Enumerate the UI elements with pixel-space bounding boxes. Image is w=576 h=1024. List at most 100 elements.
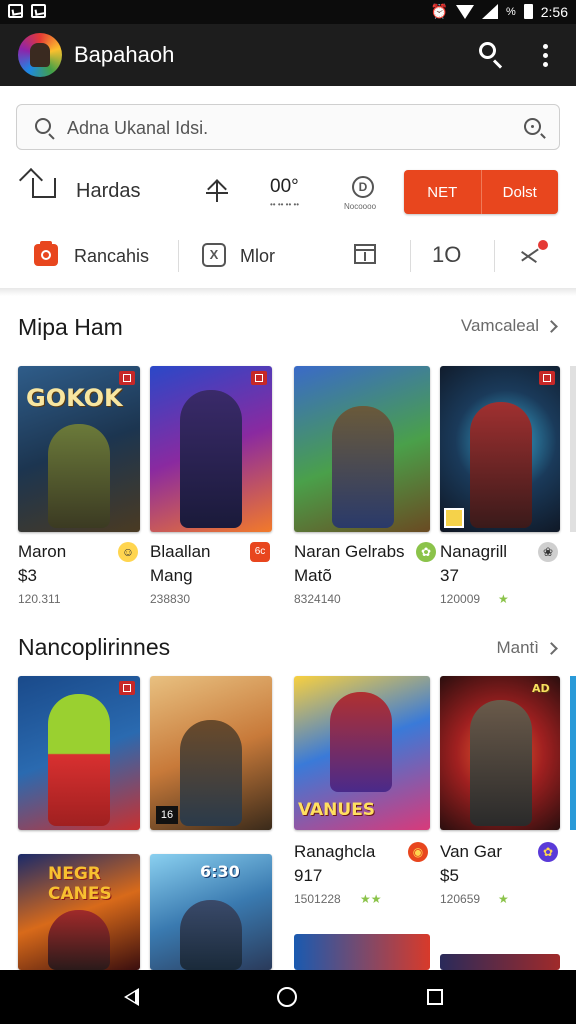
divider [410, 240, 411, 272]
badge-icon [119, 681, 135, 695]
rating-star-icon: ★ [498, 892, 509, 906]
rating-star-icon: ★ [498, 592, 509, 606]
game-title: Ranaghcla [294, 842, 376, 861]
battery-icon [523, 4, 533, 19]
category-row: Rancahis X Mlor 1O [0, 228, 576, 284]
d-badge-icon[interactable]: D [352, 176, 374, 198]
game-card[interactable]: VANUES Ranaghcla 917 1501228 ★★ ◉ [294, 676, 430, 906]
counter-text[interactable]: 00° [270, 176, 299, 198]
badge-circle-icon: ◉ [408, 842, 428, 862]
category-rancahis[interactable]: Rancahis [74, 246, 149, 267]
art-logo-text: AD [532, 682, 550, 695]
game-thumbnail [150, 366, 272, 532]
game-title: Naran Gelrabs [294, 542, 405, 561]
game-card[interactable]: Nanagrill 37 120009 ★ ❀ [440, 366, 560, 606]
game-card[interactable] [18, 676, 140, 830]
dolst-button[interactable]: Dolst [480, 170, 559, 214]
loop-counter[interactable]: 1O [432, 242, 461, 268]
corner-label: 16 [156, 806, 178, 824]
corner-badge-icon [444, 508, 464, 528]
art-logo-text: VANUES [298, 800, 376, 820]
recent-apps-icon[interactable] [427, 989, 443, 1005]
window-icon[interactable] [354, 244, 376, 264]
game-count: 8324140 [294, 592, 341, 606]
image-notification-icon [8, 4, 23, 18]
visual-search-icon[interactable] [524, 118, 541, 135]
search-placeholder: Adna Ukanal Idsi. [67, 118, 209, 138]
art-logo-text: GOKOK [26, 384, 123, 412]
game-card[interactable]: GOKOK Maron $3 120.311 ☺ [18, 366, 140, 606]
game-thumbnail: NEGR CANES [18, 854, 140, 970]
game-thumbnail: 6:30 [150, 854, 272, 970]
badge-icon [251, 371, 267, 385]
game-card[interactable]: 6:30 [150, 854, 272, 970]
divider [178, 240, 179, 272]
home-icon[interactable] [32, 178, 56, 198]
see-more-link[interactable]: Vamcaleal [460, 316, 558, 336]
notification-dot [538, 240, 548, 250]
search-icon [35, 118, 51, 134]
game-count: 120009 [440, 592, 481, 606]
game-card[interactable]: 16 [150, 676, 272, 830]
home-label[interactable]: Hardas [76, 180, 140, 203]
game-subtitle: Matõ [294, 566, 332, 585]
see-more-label: Vamcaleal [460, 316, 539, 335]
badge-icon [119, 371, 135, 385]
search-input[interactable]: Adna Ukanal Idsi. [16, 104, 560, 150]
game-title: Maron [18, 542, 67, 561]
battery-percent: % [505, 5, 516, 18]
art-logo-text: NEGR CANES [48, 864, 112, 904]
section-title: Mipa Ham [18, 314, 123, 340]
game-subtitle: 37 [440, 566, 459, 585]
game-count: 1501228 [294, 892, 341, 906]
wifi-icon [455, 4, 474, 19]
signal-icon [481, 4, 498, 19]
section-title: Nancoplirinnes [18, 634, 171, 660]
header-shadow [0, 288, 576, 296]
navigation-bar [0, 970, 576, 1024]
game-thumbnail-partial[interactable] [294, 934, 430, 970]
badge-circle-icon: ✿ [538, 842, 558, 862]
action-split-button: NET Dolst [404, 170, 558, 214]
see-more-link[interactable]: Mantì [496, 638, 558, 658]
game-card[interactable]: Naran Gelrabs Matõ 8324140 ✿ [294, 366, 436, 606]
app-logo[interactable] [18, 33, 62, 77]
flower-icon: ❀ [538, 542, 558, 562]
game-subtitle: 917 [294, 866, 323, 885]
game-thumbnail [294, 366, 430, 532]
game-thumbnail: AD [440, 676, 560, 830]
game-card[interactable]: AD Van Gar $5 120659 ★ ✿ [440, 676, 560, 906]
game-title: Van Gar [440, 842, 503, 861]
net-button[interactable]: NET [404, 170, 481, 214]
flower-icon: ✿ [416, 542, 436, 562]
game-thumbnail-partial[interactable] [440, 954, 560, 970]
home-circle-icon[interactable] [277, 987, 297, 1007]
category-mlor[interactable]: Mlor [240, 246, 275, 267]
status-bar: ⏰ % 2:56 [0, 0, 576, 24]
game-card[interactable]: Blaallan Mang 238830 6c [150, 366, 272, 606]
next-card-peek [570, 366, 576, 532]
upload-icon[interactable] [206, 178, 228, 202]
toolbar: Hardas 00° •• •• •• •• D Nocoooo NET Dol… [0, 164, 576, 220]
rating-star-icon: ★★ [360, 892, 382, 906]
game-subtitle: Mang [150, 566, 193, 585]
camera-icon[interactable] [34, 241, 58, 266]
game-price: $3 [18, 566, 37, 585]
game-count: 120659 [440, 892, 481, 906]
app-badge-icon: 6c [250, 542, 270, 562]
back-icon[interactable] [124, 988, 139, 1006]
gallery-notification-icon [31, 4, 46, 18]
overflow-menu-icon[interactable] [530, 40, 560, 70]
game-thumbnail: GOKOK [18, 366, 140, 532]
game-count: 238830 [150, 592, 191, 606]
game-card[interactable]: NEGR CANES [18, 854, 140, 970]
badge-icon [539, 371, 555, 385]
app-bar: Bapahaoh [0, 24, 576, 86]
counter-sub: •• •• •• •• [270, 200, 300, 209]
game-title: Blaallan [150, 542, 211, 561]
game-thumbnail: VANUES [294, 676, 430, 830]
search-icon[interactable] [476, 40, 506, 70]
game-title: Nanagrill [440, 542, 508, 561]
x-box-icon[interactable]: X [202, 243, 226, 267]
game-thumbnail [18, 676, 140, 830]
